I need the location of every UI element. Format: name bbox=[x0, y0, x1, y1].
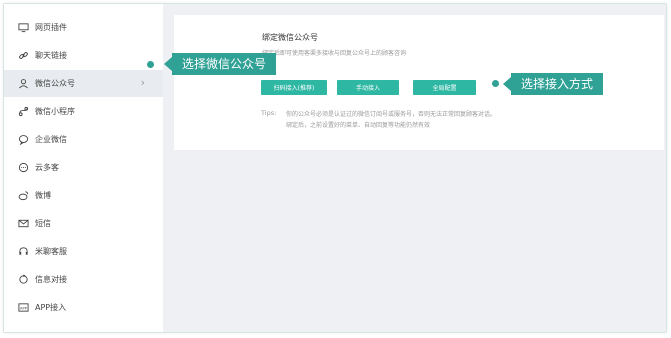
sidebar-item-label: 云多客 bbox=[35, 163, 59, 172]
scan-connect-button[interactable]: 扫码接入(推荐) bbox=[261, 80, 327, 95]
sync-icon bbox=[18, 274, 29, 285]
svg-text:APP: APP bbox=[20, 306, 28, 310]
sidebar-item-sms[interactable]: 短信 bbox=[4, 210, 163, 237]
sidebar-item-app-access[interactable]: APP APP接入 bbox=[4, 294, 163, 321]
app-icon: APP bbox=[18, 302, 29, 313]
panel-title: 绑定微信公众号 bbox=[262, 33, 318, 42]
sidebar-item-label: 米聊客服 bbox=[35, 247, 67, 256]
sidebar-item-web-plugin[interactable]: 网页插件 bbox=[4, 14, 163, 41]
sidebar-item-weibo[interactable]: 微博 bbox=[4, 182, 163, 209]
sidebar-item-label: 微博 bbox=[35, 191, 51, 200]
sidebar-item-wechat-official[interactable]: 微信公众号 › bbox=[4, 70, 163, 97]
sidebar: 网页插件 聊天链接 微信公众号 › 微信小程序 企业微信 云多客 微博 短信 米… bbox=[4, 4, 163, 332]
sidebar-item-cloud-customer[interactable]: 云多客 bbox=[4, 154, 163, 181]
sidebar-item-label: 聊天链接 bbox=[35, 51, 67, 60]
annotation-select-method: 选择接入方式 bbox=[502, 73, 604, 95]
sidebar-item-mini-program[interactable]: 微信小程序 bbox=[4, 98, 163, 125]
sidebar-item-label: APP接入 bbox=[35, 303, 67, 312]
sidebar-item-label: 信息对接 bbox=[35, 275, 67, 284]
sidebar-item-label: 短信 bbox=[35, 219, 51, 228]
annotation-dot bbox=[147, 61, 154, 68]
tips-label: Tips: bbox=[261, 109, 277, 117]
annotation-dot bbox=[492, 80, 499, 87]
sidebar-item-chat-link[interactable]: 聊天链接 bbox=[4, 42, 163, 69]
user-icon bbox=[18, 78, 29, 89]
monitor-icon bbox=[18, 22, 29, 33]
sidebar-item-label: 微信小程序 bbox=[35, 107, 75, 116]
annotation-select-account: 选择微信公众号 bbox=[163, 53, 277, 75]
sidebar-item-label: 企业微信 bbox=[35, 135, 67, 144]
chat-bubble-icon bbox=[18, 134, 29, 145]
sidebar-item-label: 微信公众号 bbox=[35, 79, 75, 88]
panel-description: 绑定后即可使用客渠多接收与回复公众号上的顾客咨询 bbox=[262, 50, 407, 57]
weibo-icon bbox=[18, 190, 29, 201]
sidebar-item-milian-service[interactable]: 米聊客服 bbox=[4, 238, 163, 265]
manual-connect-button[interactable]: 手动接入 bbox=[337, 80, 399, 95]
tips-line: 你的公众号必须是认证过的微信订阅号或服务号，否则无法正常回复顾客对话。 bbox=[286, 111, 497, 118]
headset-icon bbox=[18, 246, 29, 257]
mini-program-icon bbox=[18, 106, 29, 117]
sidebar-item-info-integration[interactable]: 信息对接 bbox=[4, 266, 163, 293]
chevron-right-icon: › bbox=[140, 76, 145, 89]
sidebar-item-label: 网页插件 bbox=[35, 23, 67, 32]
sidebar-item-enterprise-wechat[interactable]: 企业微信 bbox=[4, 126, 163, 153]
link-icon bbox=[18, 50, 29, 61]
tips-line: 绑定后，之前设置好的菜单、自动回复等功能仍然有效 bbox=[286, 122, 431, 129]
cloud-chat-icon bbox=[18, 162, 29, 173]
mail-icon bbox=[18, 218, 29, 229]
global-config-button[interactable]: 全局配置 bbox=[413, 80, 476, 95]
